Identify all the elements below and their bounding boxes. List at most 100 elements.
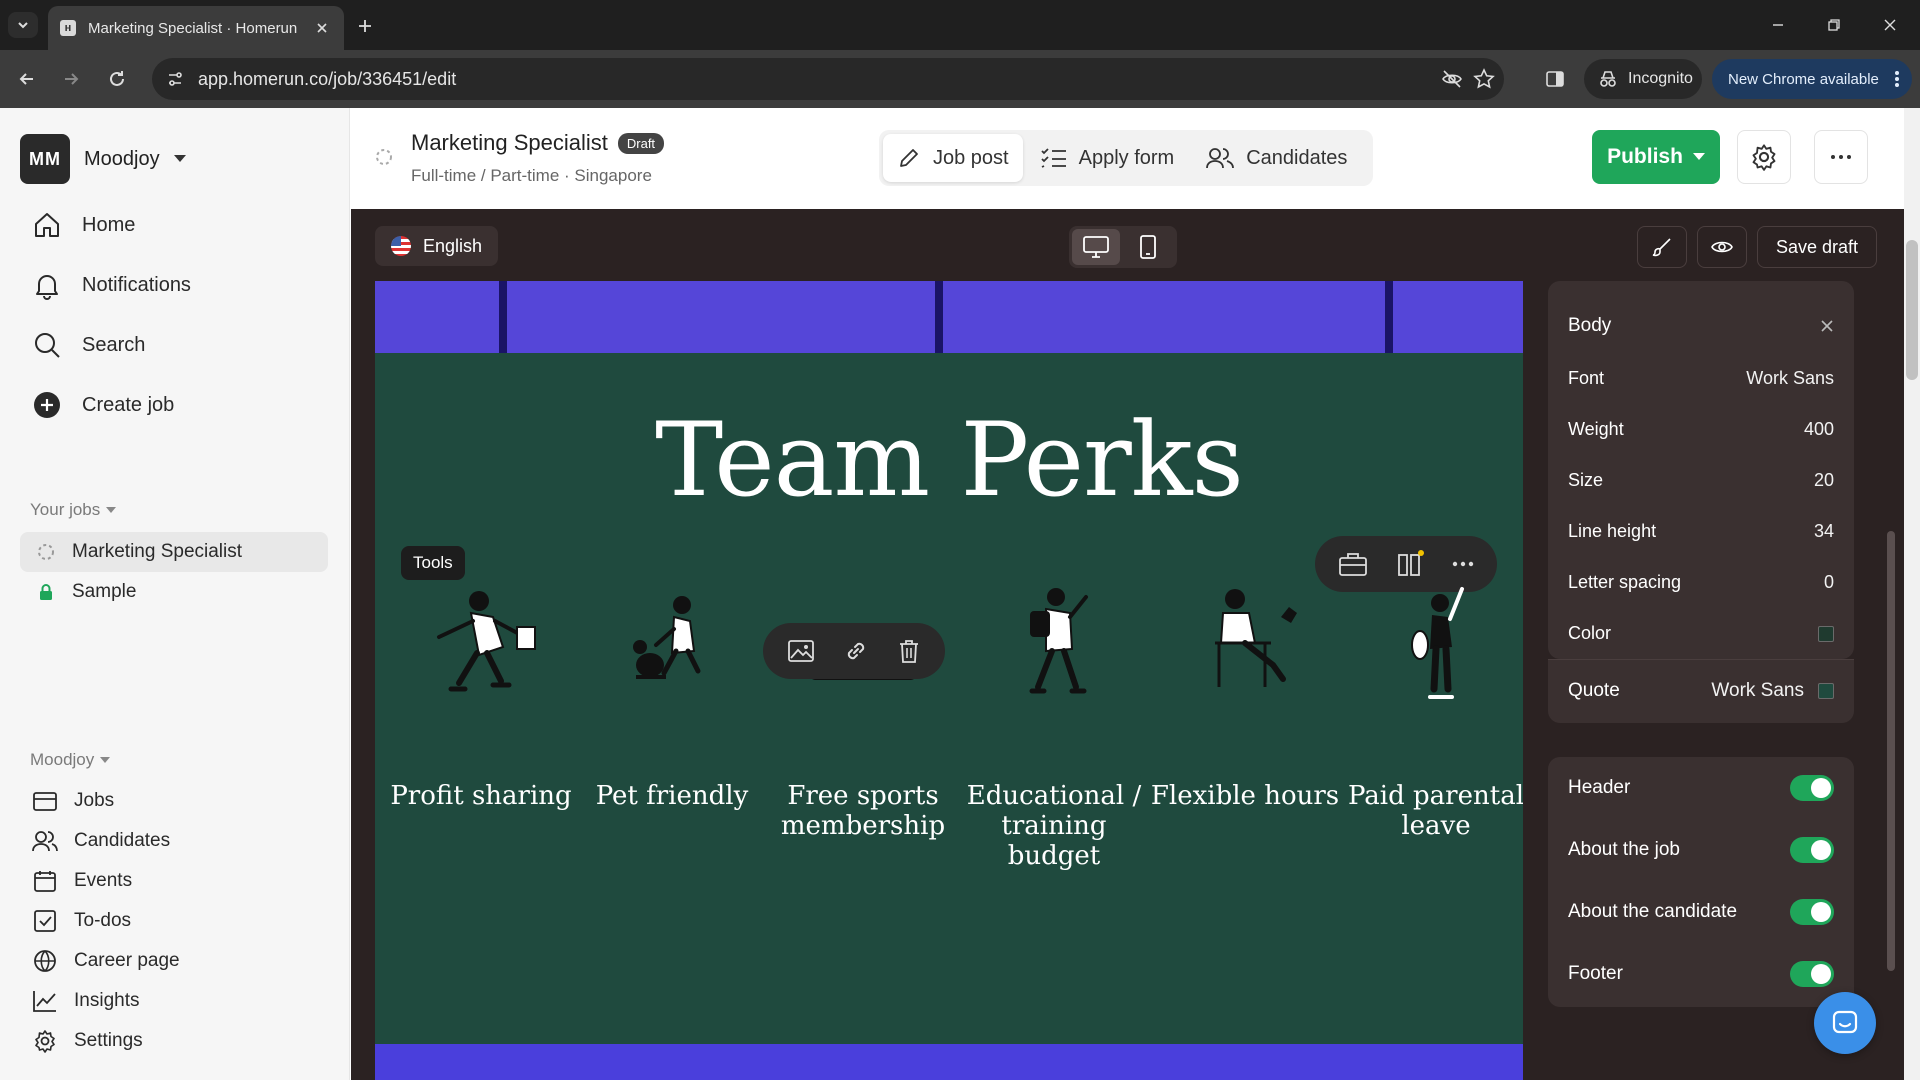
- color-setting[interactable]: Color: [1568, 623, 1834, 644]
- section-toggle-label: About the job: [1568, 839, 1680, 860]
- sidebar: MM Moodjoy Home Notifications Search Cre…: [0, 108, 350, 1080]
- section-toggle-about-job: About the job: [1568, 837, 1834, 863]
- close-window-button[interactable]: [1862, 0, 1918, 50]
- tab-candidates[interactable]: Candidates: [1192, 134, 1361, 182]
- gear-icon: [1752, 144, 1776, 171]
- language-selector[interactable]: English: [375, 226, 499, 266]
- bookmark-star-icon[interactable]: [1472, 67, 1496, 91]
- sidebar-job-label: Marketing Specialist: [72, 541, 243, 562]
- sidebar-item-notifications[interactable]: Notifications: [30, 268, 191, 302]
- trash-icon[interactable]: [897, 638, 921, 664]
- reload-button[interactable]: [102, 64, 132, 94]
- sidebar-item-insights[interactable]: Insights: [32, 988, 139, 1014]
- image-toolbar: [763, 623, 945, 679]
- color-label: Color: [1568, 623, 1612, 643]
- job-settings-button[interactable]: [1737, 130, 1791, 184]
- chrome-update-button[interactable]: New Chrome available: [1712, 59, 1912, 99]
- kebab-menu-icon: [1894, 69, 1900, 89]
- browser-toolbar: app.homerun.co/job/336451/edit Incognito…: [0, 50, 1920, 108]
- line-height-setting[interactable]: Line height 34: [1568, 521, 1834, 542]
- arrow-left-icon: [19, 73, 33, 85]
- sidebar-item-search[interactable]: Search: [30, 328, 145, 362]
- weight-setting[interactable]: Weight 400: [1568, 419, 1834, 440]
- font-value: Work Sans: [1746, 368, 1834, 388]
- close-tab-icon[interactable]: [312, 18, 332, 38]
- sidebar-item-label: Search: [82, 333, 146, 356]
- your-jobs-section-toggle[interactable]: Your jobs: [30, 500, 117, 520]
- line-height-value: 34: [1813, 521, 1834, 541]
- sidebar-job-label: Sample: [72, 581, 137, 602]
- workspace-switcher[interactable]: MM Moodjoy: [20, 134, 186, 184]
- language-label: English: [423, 235, 483, 256]
- address-bar[interactable]: app.homerun.co/job/336451/edit: [152, 58, 1504, 100]
- decorative-band-top: [375, 281, 1523, 353]
- footer-toggle[interactable]: [1790, 961, 1834, 987]
- sidebar-item-candidates[interactable]: Candidates: [32, 828, 170, 854]
- section-heading[interactable]: Team Perks: [375, 401, 1523, 520]
- tab-search-button[interactable]: [8, 12, 38, 38]
- column-layout-icon[interactable]: [1395, 549, 1425, 579]
- size-setting[interactable]: Size 20: [1568, 470, 1834, 491]
- parent-illustration-icon: [1411, 587, 1464, 699]
- incognito-indicator[interactable]: Incognito: [1584, 59, 1702, 99]
- header-toggle[interactable]: [1790, 775, 1834, 801]
- status-badge: Draft: [617, 132, 665, 154]
- caret-down-icon: [100, 757, 111, 763]
- sidebar-item-settings[interactable]: Settings: [32, 1028, 143, 1054]
- sidebar-item-career-page[interactable]: Career page: [32, 948, 180, 974]
- support-chat-button[interactable]: [1814, 992, 1876, 1054]
- page-scrollbar-thumb[interactable]: [1906, 240, 1918, 380]
- close-icon[interactable]: [1820, 319, 1834, 333]
- style-brush-button[interactable]: [1637, 226, 1687, 268]
- sidebar-item-todos[interactable]: To-dos: [32, 908, 131, 934]
- about-job-toggle[interactable]: [1790, 837, 1834, 863]
- tab-apply-form[interactable]: Apply form: [1027, 134, 1189, 182]
- about-candidate-toggle[interactable]: [1790, 899, 1834, 925]
- preview-button[interactable]: [1697, 226, 1747, 268]
- minimize-window-button[interactable]: [1750, 0, 1806, 50]
- panel-scrollbar[interactable]: [1878, 281, 1904, 1080]
- more-dots-icon: [1831, 155, 1851, 159]
- tab-job-post[interactable]: Job post: [883, 134, 1023, 182]
- image-icon[interactable]: [787, 639, 815, 663]
- restore-icon: [1828, 19, 1840, 31]
- sidebar-job-sample[interactable]: Sample: [20, 572, 328, 612]
- workspace-name: Moodjoy: [84, 147, 160, 170]
- sidebar-item-events[interactable]: Events: [32, 868, 132, 894]
- search-icon: [30, 328, 64, 362]
- sidebar-job-marketing-specialist[interactable]: Marketing Specialist: [20, 532, 328, 572]
- font-setting[interactable]: Font Work Sans: [1568, 368, 1834, 389]
- workspace-section-toggle[interactable]: Moodjoy: [30, 750, 111, 770]
- color-swatch[interactable]: [1818, 625, 1834, 642]
- mobile-preview-button[interactable]: [1124, 229, 1172, 265]
- side-panel-button[interactable]: [1540, 64, 1570, 94]
- briefcase-icon[interactable]: [1338, 551, 1368, 577]
- letter-spacing-setting[interactable]: Letter spacing 0: [1568, 572, 1834, 593]
- student-illustration-icon: [1029, 588, 1088, 694]
- job-view-tabs: Job post Apply form Candidates: [879, 130, 1373, 186]
- editor-toolbar: English Save draft: [351, 209, 1904, 281]
- restore-window-button[interactable]: [1806, 0, 1862, 50]
- more-options-button[interactable]: [1814, 130, 1868, 184]
- pet-illustration-icon: [633, 596, 701, 679]
- publish-button[interactable]: Publish: [1592, 130, 1720, 184]
- sidebar-item-home[interactable]: Home: [30, 208, 135, 242]
- us-flag-icon: [391, 236, 411, 256]
- homerun-favicon-icon: ʜ: [60, 20, 76, 36]
- forward-button[interactable]: [56, 64, 86, 94]
- sidebar-item-label: Events: [74, 870, 133, 891]
- perk-label: Pet friendly: [595, 781, 749, 811]
- browser-tab-active[interactable]: ʜ Marketing Specialist · Homerun: [48, 6, 344, 50]
- typography-card: Body Font Work Sans Weight 400 Size 20 L…: [1548, 281, 1854, 659]
- more-dots-icon[interactable]: [1452, 561, 1474, 567]
- quote-style-card[interactable]: Quote Work Sans: [1548, 659, 1854, 723]
- save-draft-button[interactable]: Save draft: [1757, 226, 1877, 268]
- new-tab-button[interactable]: [352, 13, 378, 39]
- tracking-blocked-icon[interactable]: [1440, 67, 1464, 91]
- section-label: Your jobs: [30, 500, 101, 519]
- back-button[interactable]: [12, 64, 42, 94]
- sidebar-item-jobs[interactable]: Jobs: [32, 788, 114, 814]
- link-icon[interactable]: [843, 638, 869, 664]
- desktop-preview-button[interactable]: [1072, 229, 1120, 265]
- sidebar-item-create-job[interactable]: Create job: [30, 388, 174, 422]
